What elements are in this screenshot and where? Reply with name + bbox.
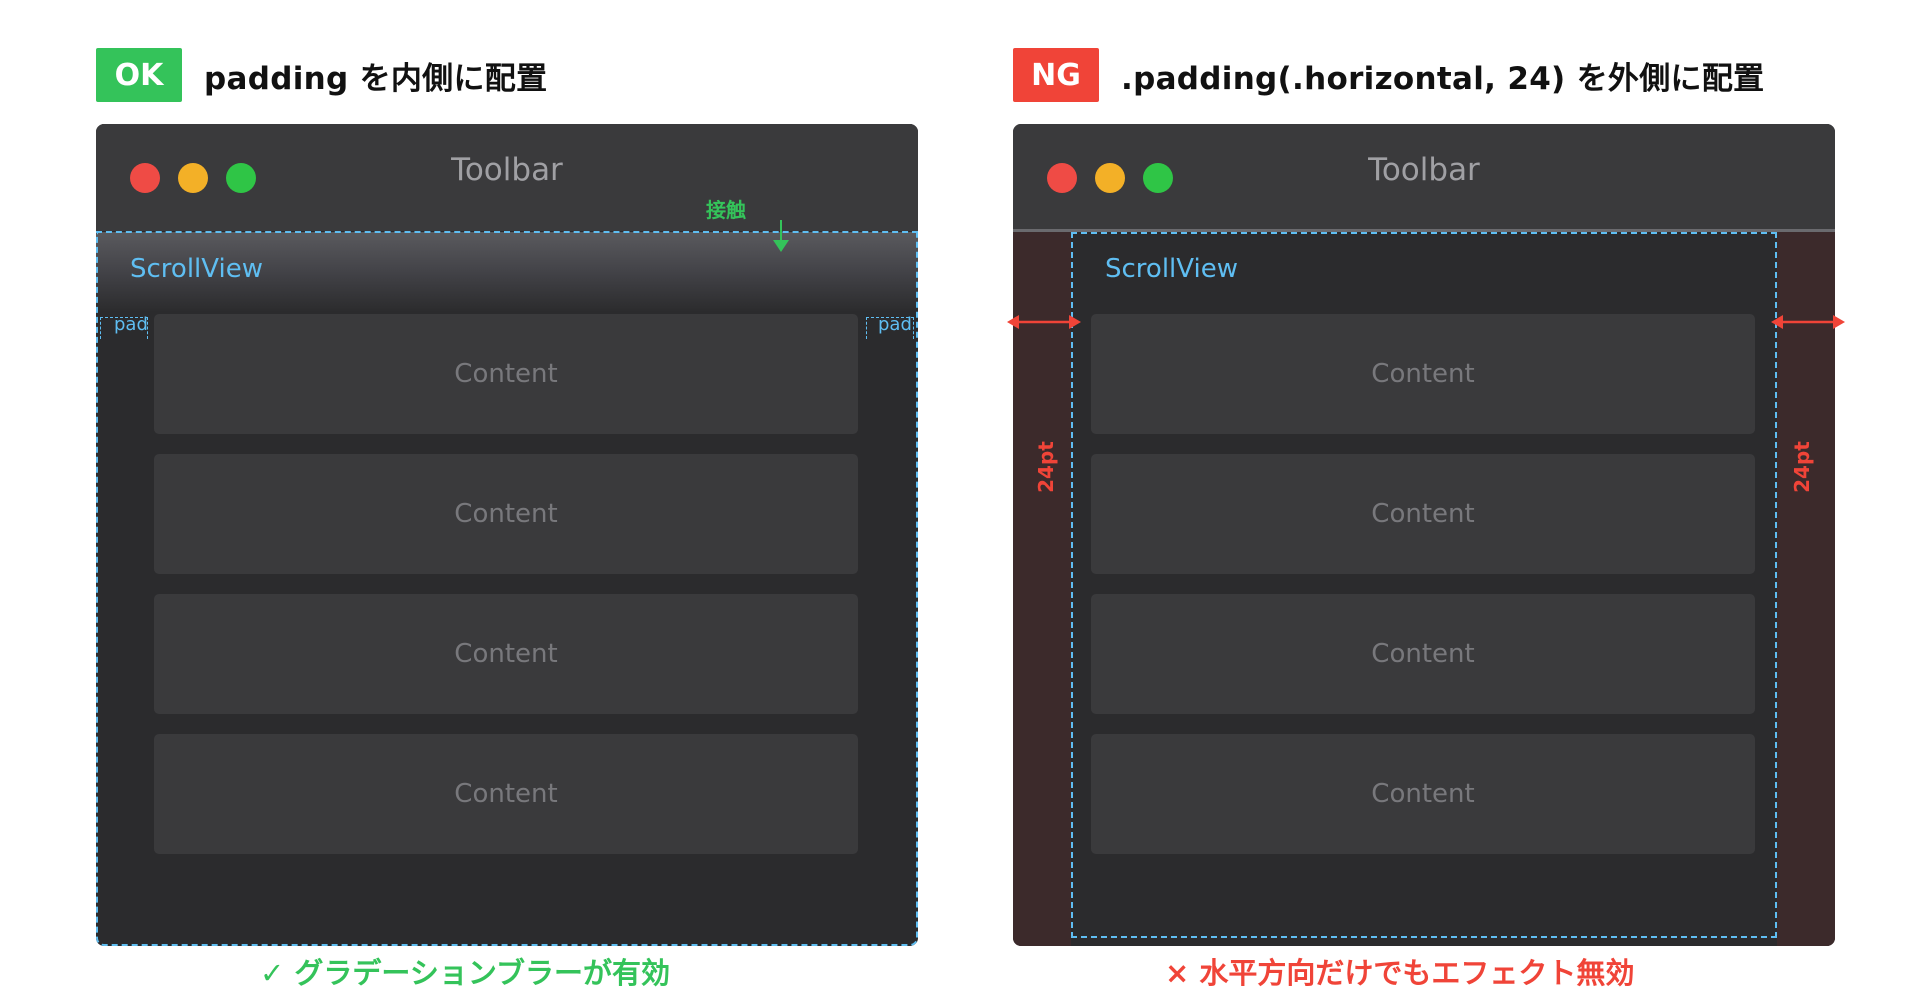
ng-header: NG .padding(.horizontal, 24) を外側に配置 bbox=[1013, 48, 1764, 102]
ng-badge: NG bbox=[1013, 48, 1099, 102]
ng-pad-left-region bbox=[1013, 232, 1071, 946]
ng-heading: .padding(.horizontal, 24) を外側に配置 bbox=[1121, 60, 1765, 97]
ok-scrollview-bounds bbox=[96, 231, 918, 946]
ng-scrollview-bounds bbox=[1071, 232, 1777, 938]
ok-toolbar-title: Toolbar bbox=[451, 152, 563, 188]
ng-panel: NG .padding(.horizontal, 24) を外側に配置 Tool… bbox=[917, 0, 1845, 1008]
ng-pad-right-region bbox=[1777, 232, 1835, 946]
ok-header: OK padding を内側に配置 bbox=[96, 48, 547, 102]
ok-contact-label: 接触 bbox=[706, 198, 746, 222]
ng-window: Toolbar ScrollView Content Content Conte… bbox=[1013, 124, 1835, 946]
ng-footer: × 水平方向だけでもエフェクト無効 bbox=[1165, 956, 1635, 990]
ng-measure-arrow-left bbox=[1007, 315, 1081, 329]
ng-pad-right-label: 24pt bbox=[1790, 441, 1814, 493]
ok-panel: OK padding を内側に配置 Toolbar ScrollView 接触 … bbox=[0, 0, 918, 1008]
ng-measure-arrow-right bbox=[1771, 315, 1845, 329]
ok-heading: padding を内側に配置 bbox=[204, 60, 548, 97]
ng-toolbar-title: Toolbar bbox=[1368, 152, 1480, 188]
ok-footer: ✓ グラデーションブラーが有効 bbox=[260, 956, 670, 990]
ng-pad-left-label: 24pt bbox=[1034, 441, 1058, 493]
ok-badge: OK bbox=[96, 48, 182, 102]
ok-window: Toolbar ScrollView 接触 pad pad Content Co… bbox=[96, 124, 918, 946]
